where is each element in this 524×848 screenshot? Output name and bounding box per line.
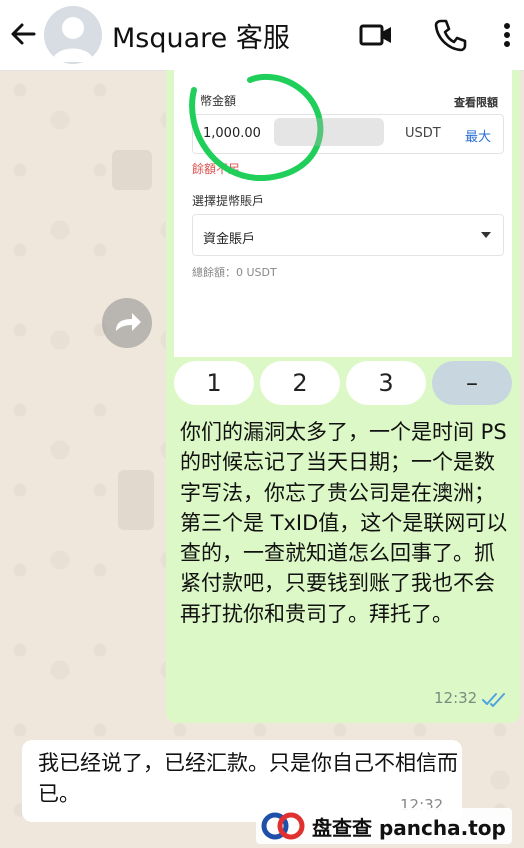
phone-icon[interactable] [432, 17, 468, 53]
forward-icon [116, 313, 141, 331]
dropdown-caret-icon [481, 232, 491, 238]
account-value: 資金賬戶 [203, 232, 256, 247]
watermark: 盘查查 pancha.top [256, 808, 512, 844]
key-3: 3 [346, 361, 426, 405]
max-button: 最大 [465, 130, 492, 145]
blurred-patch [274, 118, 384, 146]
key-1: 1 [174, 361, 254, 405]
blurred-patch [112, 150, 152, 190]
account-label: 選擇提幣賬戶 [192, 194, 265, 208]
keypad-row: 1 2 3 – [174, 361, 512, 409]
chat-header: Msquare 客服 [0, 0, 524, 71]
message-text: 你们的漏洞太多了，一个是时间 PS的时候忘记了当天日期；一个是数字写法，你忘了贵… [180, 420, 508, 626]
back-arrow-icon[interactable] [6, 17, 40, 51]
key-2: 2 [260, 361, 340, 405]
outgoing-message[interactable]: 你们的漏洞太多了，一个是时间 PS的时候忘记了当天日期；一个是数字写法，你忘了贵… [166, 405, 520, 723]
read-receipt-icon [482, 693, 505, 707]
screenshot-image: 幣金額 查看限額 1,000.00 USDT 最大 餘額不足 選擇提幣賬戶 資金… [174, 70, 512, 357]
watermark-text: 盘查查 pancha.top [312, 815, 506, 840]
more-vert-icon[interactable] [496, 17, 518, 53]
balance-text: 總餘額：0 USDT [192, 266, 277, 279]
currency-label: USDT [405, 126, 441, 141]
video-call-icon[interactable] [358, 17, 394, 53]
message-time: 12:32 [434, 689, 478, 707]
message-text: 我已经说了，已经汇款。只是你自己不相信而已。 [38, 751, 458, 806]
forward-button[interactable] [102, 298, 152, 348]
account-select: 資金賬戶 [192, 214, 504, 256]
contact-name[interactable]: Msquare 客服 [112, 16, 290, 55]
view-limit-link: 查看限額 [454, 96, 498, 109]
blurred-patch [118, 470, 154, 530]
watermark-logo-icon [261, 812, 305, 840]
key-minus: – [432, 361, 512, 405]
avatar[interactable] [44, 6, 102, 64]
